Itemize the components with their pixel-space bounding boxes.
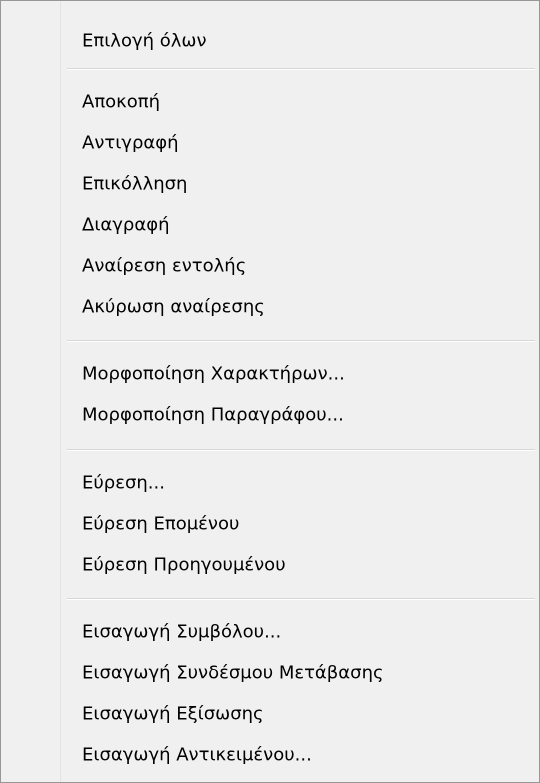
menu-separator: [67, 598, 535, 600]
menu-item-insert-symbol[interactable]: Εισαγωγή Συμβόλου...: [1, 614, 539, 650]
menu-item-label: Διαγραφή: [82, 214, 170, 236]
menu-item-label: Αντιγραφή: [82, 132, 179, 154]
menu-item-find[interactable]: Εύρεση...: [1, 465, 539, 501]
menu-item-select-all[interactable]: Επιλογή όλων: [1, 23, 539, 59]
menu-item-paste[interactable]: Επικόλληση: [1, 166, 539, 202]
menu-item-find-previous[interactable]: Εύρεση Προηγουμένου: [1, 547, 539, 583]
menu-item-label: Επιλογή όλων: [82, 30, 207, 52]
menu-item-cut[interactable]: Αποκοπή: [1, 84, 539, 120]
menu-item-label: Επικόλληση: [82, 173, 188, 195]
menu-item-format-characters[interactable]: Μορφοποίηση Χαρακτήρων...: [1, 356, 539, 392]
menu-item-copy[interactable]: Αντιγραφή: [1, 125, 539, 161]
menu-item-label: Εισαγωγή Συνδέσμου Μετάβασης: [82, 662, 384, 684]
menu-item-label: Αναίρεση εντολής: [82, 255, 247, 277]
menu-separator: [67, 68, 535, 70]
menu-separator: [67, 340, 535, 342]
menu-item-label: Εισαγωγή Αντικειμένου...: [82, 744, 312, 766]
menu-item-label: Μορφοποίηση Χαρακτήρων...: [82, 363, 345, 385]
menu-item-label: Εύρεση Επομένου: [82, 513, 240, 535]
menu-item-format-paragraph[interactable]: Μορφοποίηση Παραγράφου...: [1, 397, 539, 433]
menu-item-redo[interactable]: Ακύρωση αναίρεσης: [1, 289, 539, 325]
menu-item-undo[interactable]: Αναίρεση εντολής: [1, 248, 539, 284]
menu-item-label: Ακύρωση αναίρεσης: [82, 296, 265, 318]
menu-item-delete[interactable]: Διαγραφή: [1, 207, 539, 243]
menu-item-label: Εύρεση Προηγουμένου: [82, 554, 286, 576]
menu-separator: [67, 449, 535, 451]
menu-item-insert-object[interactable]: Εισαγωγή Αντικειμένου...: [1, 737, 539, 773]
menu-item-label: Εισαγωγή Συμβόλου...: [82, 621, 282, 643]
menu-item-label: Μορφοποίηση Παραγράφου...: [82, 404, 344, 426]
menu-item-find-next[interactable]: Εύρεση Επομένου: [1, 506, 539, 542]
menu-item-label: Εισαγωγή Εξίσωσης: [82, 703, 264, 725]
menu-item-label: Εύρεση...: [82, 472, 165, 494]
menu-item-insert-equation[interactable]: Εισαγωγή Εξίσωσης: [1, 696, 539, 732]
menu-item-insert-link[interactable]: Εισαγωγή Συνδέσμου Μετάβασης: [1, 655, 539, 691]
context-menu: Επιλογή όλων Αποκοπή Αντιγραφή Επικόλλησ…: [0, 0, 540, 783]
menu-item-label: Αποκοπή: [82, 91, 161, 113]
